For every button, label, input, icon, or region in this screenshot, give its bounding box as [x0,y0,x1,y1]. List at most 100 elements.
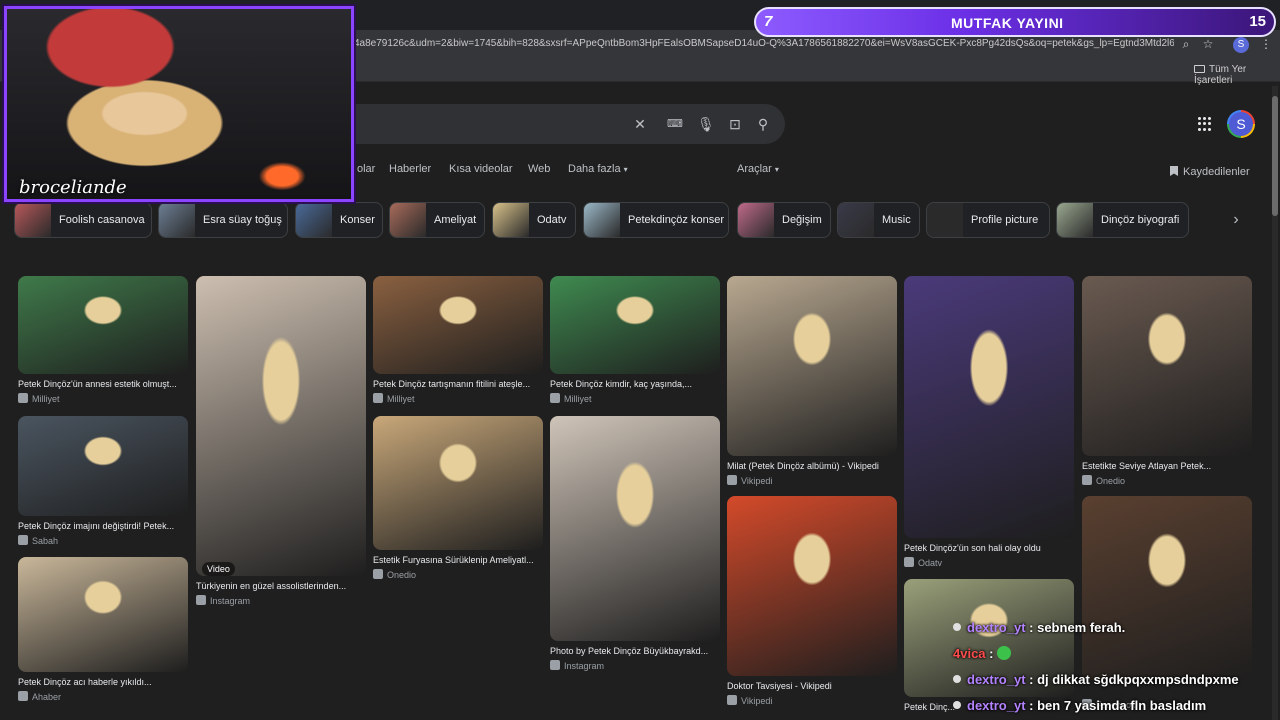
source-name: Instagram [210,596,251,606]
result-thumbnail[interactable] [727,276,897,456]
chip-3[interactable]: Ameliyat [389,202,485,238]
clear-icon[interactable]: ✕ [632,116,648,132]
result-source[interactable]: Milliyet [18,393,60,404]
profile-avatar[interactable]: S [1233,37,1249,53]
saved-button[interactable]: Kaydedilenler [1170,166,1250,178]
result-source[interactable]: Onedio [1082,475,1125,486]
result-source[interactable]: Onedio [373,569,416,580]
tab-partial[interactable]: olar [357,163,375,175]
streamer-name: broceliande [19,177,127,198]
search-icon[interactable]: ⚲ [755,116,771,132]
source-name: Vikipedi [741,476,773,486]
result-thumbnail[interactable] [1082,276,1252,456]
result-caption[interactable]: Milat (Petek Dinçöz albümü) - Vikipedi [727,461,897,471]
all-bookmarks-folder[interactable]: Tüm Yer İşaretleri [1194,64,1280,86]
screen: – ▫ ✕ 4a8e79126c&udm=2&biw=1745&bih=828&… [0,0,1280,720]
zoom-icon[interactable]: ⌕ [1178,36,1194,52]
google-apps-icon[interactable] [1198,117,1212,131]
chip-8[interactable]: Profile picture [926,202,1050,238]
result-source[interactable]: Instagram [196,595,250,606]
chat-username: dextro_yt [967,620,1026,635]
source-favicon-icon [727,695,737,705]
chip-label: Esra süay toğuş [203,214,282,226]
chip-label: Profile picture [971,214,1039,226]
account-avatar[interactable]: S [1227,110,1255,138]
chat-text: : [989,646,994,661]
result-source[interactable]: Vikipedi [727,475,772,486]
result-caption[interactable]: Photo by Petek Dinçöz Büyükbayrakd... [550,646,720,656]
chat-username: dextro_yt [967,672,1026,687]
result-caption[interactable]: Petek Dinçöz'ün son hali olay oldu [904,543,1074,553]
chip-7[interactable]: Music [837,202,920,238]
chip-2[interactable]: Konser [295,202,383,238]
tab-short-videos[interactable]: Kısa videolar [449,163,513,175]
result-caption[interactable]: Estetikte Seviye Atlayan Petek... [1082,461,1252,471]
saved-label: Kaydedilenler [1183,166,1250,178]
emote-icon [997,646,1012,660]
result-caption[interactable]: Estetik Furyasına Sürüklenip Ameliyatl..… [373,555,543,565]
chip-9[interactable]: Dinçöz biyografi [1056,202,1189,238]
video-badge: Video [202,562,235,576]
search-input[interactable]: ✕ ⌨ 🎙 ⊡ ⚲ [300,104,785,144]
result-source[interactable]: Instagram [550,660,604,671]
lens-camera-icon[interactable]: ⊡ [727,116,743,132]
chip-thumbnail [390,203,426,237]
result-thumbnail[interactable] [373,416,543,550]
chip-5[interactable]: Petekdinçöz konser [583,202,729,238]
microphone-icon[interactable]: 🎙 [697,116,715,132]
chip-0[interactable]: Foolish casanova [14,202,152,238]
result-caption[interactable]: Petek Dinçöz'ün annesi estetik olmuşt... [18,379,188,389]
keyboard-icon[interactable]: ⌨ [667,116,683,132]
result-caption[interactable]: Petek Dinçöz tartışmanın fitilini ateşle… [373,379,543,389]
result-source[interactable]: Odatv [904,557,942,568]
chip-thumbnail [838,203,874,237]
result-thumbnail[interactable] [196,276,366,576]
result-caption[interactable]: Petek Dinçöz acı haberle yıkıldı... [18,677,188,687]
result-thumbnail[interactable] [550,416,720,641]
chat-username: dextro_yt [967,698,1026,713]
result-caption[interactable]: Türkiyenin en güzel assolistlerinden... [196,581,366,591]
chip-label: Konser [340,214,375,226]
tab-web[interactable]: Web [528,163,550,175]
result-thumbnail[interactable] [1082,496,1252,680]
chip-thumbnail [584,203,620,237]
source-favicon-icon [373,569,383,579]
bookmark-star-icon[interactable]: ☆ [1200,36,1216,52]
chip-label: Petekdinçöz konser [628,214,724,226]
source-favicon-icon [18,393,28,403]
chip-1[interactable]: Esra süay toğuş [158,202,288,238]
result-source[interactable]: Milliyet [550,393,592,404]
result-caption[interactable]: Petek Dinçöz kimdir, kaç yaşında,... [550,379,720,389]
webcam-overlay: broceliande [4,6,354,202]
chevron-right-icon[interactable]: › [1226,210,1246,230]
page-scrollbar[interactable] [1272,86,1278,720]
result-thumbnail[interactable] [18,557,188,672]
result-thumbnail[interactable] [373,276,543,374]
result-thumbnail[interactable] [18,276,188,374]
result-thumbnail[interactable] [727,496,897,676]
result-source[interactable]: Milliyet [373,393,415,404]
scrollbar-thumb[interactable] [1272,96,1278,216]
tab-news[interactable]: Haberler [389,163,431,175]
chip-6[interactable]: Değişim [737,202,831,238]
result-source[interactable]: Sabah [18,535,58,546]
result-thumbnail[interactable] [904,276,1074,538]
result-source[interactable]: Ahaber [18,691,61,702]
source-favicon-icon [18,535,28,545]
tab-more[interactable]: Daha fazla ▾ [568,163,628,175]
source-favicon-icon [550,660,560,670]
user-badge-icon [953,623,961,631]
chip-thumbnail [493,203,529,237]
menu-dots-icon[interactable]: ⋮ [1258,36,1274,52]
tools-button[interactable]: Araçlar ▾ [737,163,779,175]
result-thumbnail[interactable] [18,416,188,516]
source-name: Ahaber [32,692,62,702]
result-caption[interactable]: Petek Dinçöz imajını değiştirdi! Petek..… [18,521,188,531]
result-caption[interactable]: Doktor Tavsiyesi - Vikipedi [727,681,897,691]
url-field[interactable]: 4a8e79126c&udm=2&biw=1745&bih=828&sxsrf=… [354,38,1174,49]
result-source[interactable]: Vikipedi [727,695,772,706]
result-thumbnail[interactable] [550,276,720,374]
chip-4[interactable]: Odatv [492,202,576,238]
chip-label: Değişim [782,214,822,226]
folder-icon [1194,65,1205,73]
